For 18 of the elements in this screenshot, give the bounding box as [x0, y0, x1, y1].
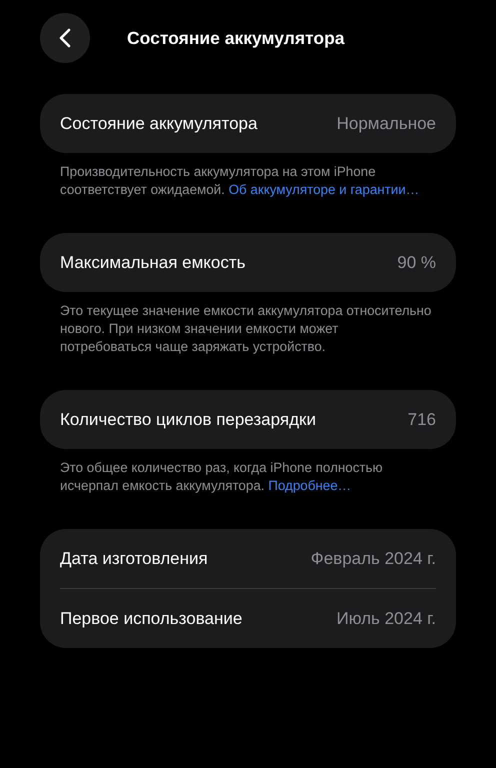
row-label: Состояние аккумулятора [60, 114, 258, 134]
page-title: Состояние аккумулятора [127, 28, 345, 48]
row-value: 716 [408, 410, 436, 430]
footnote-text: Производительность аккумулятора на этом iPhone соответствует ожидаемой. Об аккумуляторе и гарантии… [60, 163, 420, 199]
row-label: Количество циклов перезарядки [60, 410, 316, 430]
link[interactable]: Подробнее… [268, 478, 352, 493]
footnote-text: Это текущее значение емкости аккумулятора относительно нового. При низком значении емкости может потребоваться чаще заряжать устройство. [60, 302, 432, 356]
back-chevron-icon [59, 28, 71, 48]
row-value: Июль 2024 г. [336, 608, 436, 628]
row-value: Нормальное [336, 114, 436, 134]
row-value: 90 % [397, 252, 436, 272]
back-button[interactable] [40, 13, 90, 63]
row-value: Февраль 2024 г. [310, 548, 436, 568]
row-label: Первое использование [60, 608, 242, 628]
row-label: Максимальная емкость [60, 252, 246, 272]
row-label: Дата изготовления [60, 548, 208, 568]
link[interactable]: Об аккумуляторе и гарантии… [228, 182, 420, 197]
footnote-text: Это общее количество раз, когда iPhone полностью исчерпал емкость аккумулятора. Подробнее… [60, 459, 384, 495]
